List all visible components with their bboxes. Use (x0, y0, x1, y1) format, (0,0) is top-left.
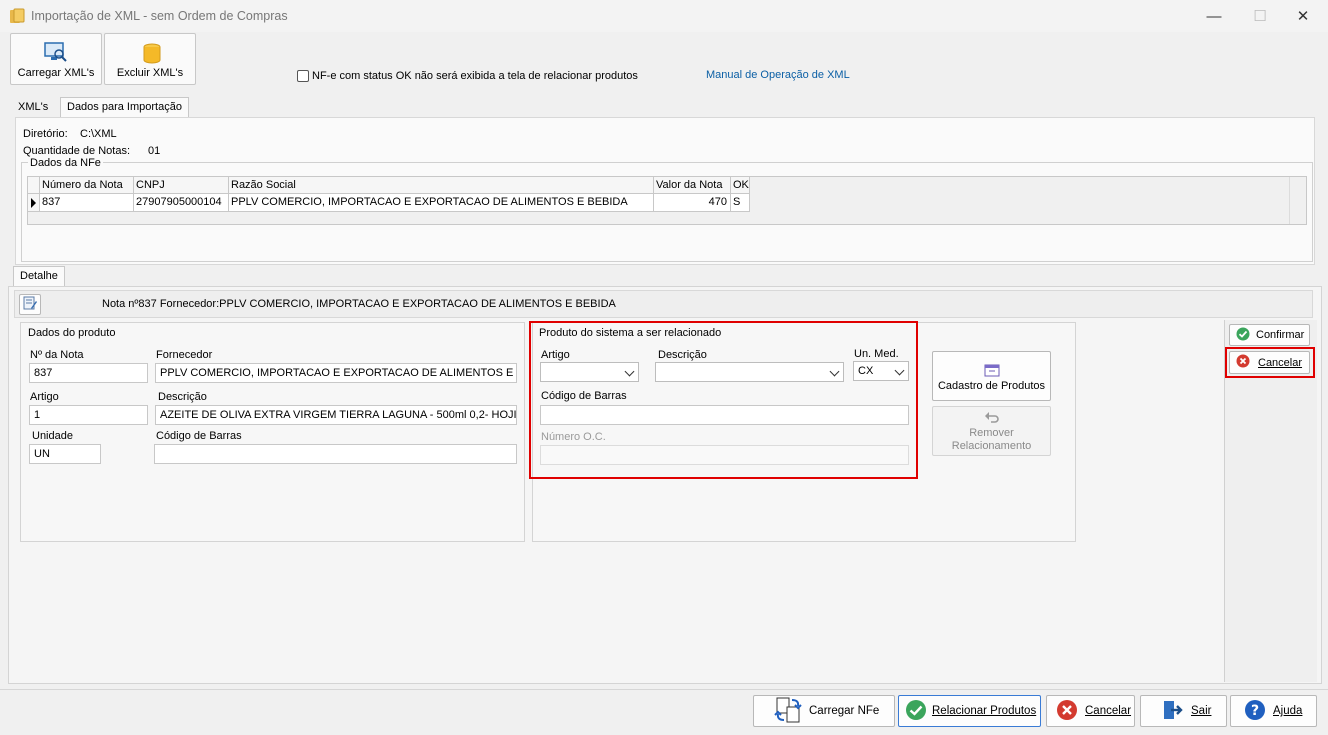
sair-button[interactable]: Sair (1140, 695, 1227, 727)
sair-label: Sair (1191, 705, 1212, 717)
chevron-down-icon (829, 366, 840, 377)
cancelar-label: Cancelar (1085, 705, 1132, 717)
app-icon (9, 8, 25, 24)
edit-note-icon (23, 296, 37, 313)
carregar-nfe-button[interactable]: Carregar NFe (753, 695, 895, 727)
table-cell-razao[interactable]: PPLV COMERCIO, IMPORTACAO E EXPORTACAO D… (229, 194, 654, 212)
manual-link[interactable]: Manual de Operação de XML (706, 69, 850, 81)
grid-header-corner (28, 177, 40, 194)
codbarras-label: Código de Barras (156, 430, 242, 442)
sistema-artigo-combo[interactable] (540, 362, 639, 382)
nota-fornecedor-text: Nota nº837 Fornecedor:PPLV COMERCIO, IMP… (102, 298, 616, 310)
minimize-button[interactable]: — (1191, 0, 1237, 32)
help-icon: ? (1244, 699, 1266, 724)
dados-nfe-label: Dados da NFe (28, 157, 103, 169)
ajuda-label: Ajuda (1273, 705, 1303, 717)
remover-relacionamento-button[interactable]: Remover Relacionamento (932, 406, 1051, 456)
numoc-field[interactable] (540, 445, 909, 465)
unidade-label: Unidade (32, 430, 73, 442)
cancel-icon (1236, 354, 1250, 371)
close-button[interactable]: ✕ (1280, 0, 1326, 32)
dados-produto-panel (20, 322, 525, 542)
row-indicator-icon (28, 194, 40, 212)
hide-ok-checkbox[interactable] (297, 70, 309, 82)
grid-header-cnpj[interactable]: CNPJ (134, 177, 229, 194)
maximize-button[interactable]: ☐ (1237, 0, 1283, 32)
chevron-down-icon (894, 365, 905, 376)
produto-sistema-title: Produto do sistema a ser relacionado (539, 327, 722, 339)
sistema-descricao-combo[interactable] (655, 362, 844, 382)
dados-produto-title: Dados do produto (28, 327, 116, 339)
grid-header-razao[interactable]: Razão Social (229, 177, 654, 194)
unmed-value: CX (858, 365, 874, 377)
cancelar-detail-label: Cancelar (1258, 356, 1303, 369)
delete-xml-label: Excluir XML's (116, 67, 184, 79)
table-cell-valor[interactable]: 470 (654, 194, 731, 212)
nota-label: Nº da Nota (30, 349, 84, 361)
remover-relacionamento-label: Remover Relacionamento (951, 426, 1032, 452)
relacionar-produtos-button[interactable]: Relacionar Produtos (898, 695, 1041, 727)
check-icon (1236, 327, 1250, 344)
chevron-down-icon (624, 366, 635, 377)
hide-ok-checkbox-label: NF-e com status OK não será exibida a te… (312, 70, 638, 82)
numoc-label: Número O.C. (541, 431, 606, 443)
sistema-descricao-label: Descrição (658, 349, 707, 361)
table-cell-cnpj[interactable]: 27907905000104 (134, 194, 229, 212)
tab-dados-importacao[interactable]: Dados para Importação (60, 97, 189, 118)
check-icon (905, 699, 927, 724)
undo-icon (984, 410, 1000, 427)
descricao-label: Descrição (158, 391, 207, 403)
sistema-codbarras-field[interactable] (540, 405, 909, 425)
database-icon (143, 43, 161, 68)
cancel-icon (1056, 699, 1078, 724)
cadastro-produtos-label: Cadastro de Produtos (937, 380, 1045, 392)
cancelar-detail-button[interactable]: Cancelar (1229, 351, 1310, 374)
table-cell-ok[interactable]: S (731, 194, 750, 212)
load-xml-label: Carregar XML's (17, 67, 95, 79)
window-title: Importação de XML - sem Ordem de Compras (31, 9, 288, 23)
cadastro-produtos-button[interactable]: Cadastro de Produtos (932, 351, 1051, 401)
monitor-search-icon (43, 41, 69, 68)
grid-header-ok[interactable]: OK (731, 177, 750, 194)
diretorio-label: Diretório: (23, 128, 68, 140)
unmed-combo[interactable]: CX (853, 361, 909, 381)
tab-detalhe[interactable]: Detalhe (13, 266, 65, 287)
ajuda-button[interactable]: ? Ajuda (1230, 695, 1317, 727)
calendar-icon (984, 363, 1000, 380)
grid-scrollbar[interactable] (1289, 177, 1306, 224)
edit-note-button[interactable] (19, 294, 41, 315)
sync-arrows-icon (774, 696, 802, 727)
confirmar-button[interactable]: Confirmar (1229, 324, 1310, 346)
fornecedor-field[interactable]: PPLV COMERCIO, IMPORTACAO E EXPORTACAO D… (155, 363, 517, 383)
nota-field[interactable]: 837 (29, 363, 148, 383)
tab-xmls[interactable]: XML's (12, 98, 54, 118)
artigo-label: Artigo (30, 391, 59, 403)
unmed-label: Un. Med. (854, 348, 899, 360)
load-xml-button[interactable]: Carregar XML's (10, 33, 102, 85)
table-cell-numero[interactable]: 837 (40, 194, 134, 212)
artigo-field[interactable]: 1 (29, 405, 148, 425)
grid-header-valor[interactable]: Valor da Nota (654, 177, 731, 194)
exit-door-icon (1161, 699, 1183, 724)
qtd-notas-label: Quantidade de Notas: (23, 145, 131, 157)
relacionar-produtos-label: Relacionar Produtos (932, 705, 1037, 717)
codbarras-field[interactable] (154, 444, 517, 464)
svg-text:?: ? (1251, 703, 1259, 719)
sistema-artigo-label: Artigo (541, 349, 570, 361)
delete-xml-button[interactable]: Excluir XML's (104, 33, 196, 85)
descricao-field[interactable]: AZEITE DE OLIVA EXTRA VIRGEM TIERRA LAGU… (155, 405, 517, 425)
sistema-codbarras-label: Código de Barras (541, 390, 627, 402)
grid-header-numero[interactable]: Número da Nota (40, 177, 134, 194)
diretorio-value: C:\XML (80, 128, 117, 140)
carregar-nfe-label: Carregar NFe (809, 705, 880, 717)
cancelar-button[interactable]: Cancelar (1046, 695, 1135, 727)
fornecedor-label: Fornecedor (156, 349, 213, 361)
confirmar-label: Confirmar (1256, 329, 1305, 341)
qtd-notas-value: 01 (148, 145, 161, 157)
unidade-field[interactable]: UN (29, 444, 101, 464)
